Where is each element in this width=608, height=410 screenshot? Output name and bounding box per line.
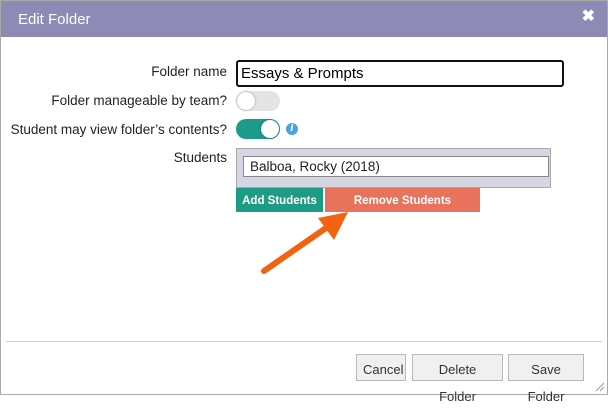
folder-name-label: Folder name	[151, 64, 227, 79]
resize-grip-icon[interactable]	[593, 380, 605, 392]
students-list: Balboa, Rocky (2018)	[236, 148, 551, 188]
view-contents-label: Student may view folder’s contents?	[10, 122, 227, 137]
toggle-knob	[261, 120, 279, 138]
dialog-titlebar[interactable]: Edit Folder ✖	[1, 1, 607, 37]
view-contents-toggle[interactable]	[236, 119, 280, 139]
students-label: Students	[173, 150, 227, 165]
folder-name-input[interactable]	[236, 60, 564, 87]
close-icon[interactable]: ✖	[582, 9, 595, 25]
manageable-label: Folder manageable by team?	[51, 93, 227, 108]
save-folder-button[interactable]: Save Folder	[508, 354, 584, 404]
delete-folder-button[interactable]: Delete Folder	[412, 354, 503, 404]
edit-folder-dialog: Edit Folder ✖ Folder name Folder managea…	[0, 0, 608, 404]
student-item[interactable]: Balboa, Rocky (2018)	[243, 156, 549, 177]
manageable-toggle[interactable]	[236, 91, 280, 111]
info-icon[interactable]: i	[286, 123, 298, 135]
dialog-title: Edit Folder	[18, 11, 91, 28]
arrow-icon	[261, 212, 348, 274]
toggle-knob	[237, 92, 255, 110]
cancel-button[interactable]: Cancel	[356, 354, 406, 381]
footer-divider	[6, 341, 602, 342]
